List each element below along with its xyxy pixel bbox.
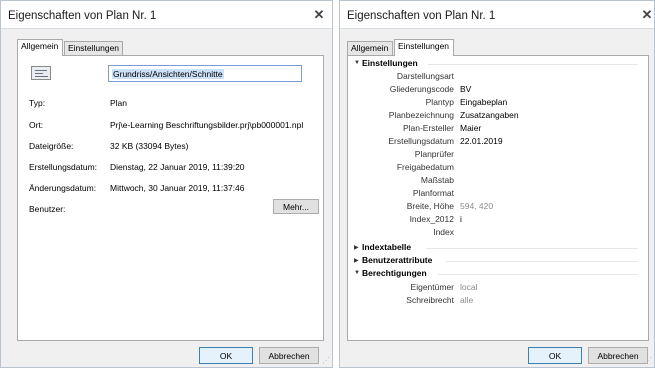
title-bar: Eigenschaften von Plan Nr. 1 ✕ xyxy=(340,1,654,29)
location-value: Prj\e-Learning Beschriftungsbilder.prj\p… xyxy=(110,120,304,130)
prop-label: Index xyxy=(433,227,454,237)
dialog-title: Eigenschaften von Plan Nr. 1 xyxy=(347,10,496,22)
prop-label: Breite, Höhe xyxy=(406,201,454,211)
filesize-label: Dateigröße: xyxy=(29,141,74,151)
prop-row[interactable]: Maßstab xyxy=(348,175,648,187)
prop-value: 22.01.2019 xyxy=(460,136,503,146)
ok-button[interactable]: OK xyxy=(528,347,582,364)
prop-label: Planprüfer xyxy=(414,149,454,159)
cancel-button[interactable]: Abbrechen xyxy=(259,347,319,364)
prop-label: Planbezeichnung xyxy=(388,110,454,120)
prop-row[interactable]: Plantyp Eingabeplan xyxy=(348,97,648,109)
tab-panel-allgemein: Grundriss/Ansichten/Schnitte Typ: Plan O… xyxy=(17,55,324,341)
title-bar: Eigenschaften von Plan Nr. 1 ✕ xyxy=(1,1,332,29)
prop-value: local xyxy=(460,282,478,292)
resize-grip-icon[interactable]: ⋰ xyxy=(644,356,652,365)
prop-label: Eigentümer xyxy=(410,282,454,292)
plan-name-input[interactable]: Grundriss/Ansichten/Schnitte xyxy=(108,65,302,82)
section-indextabelle[interactable]: ▶ Indextabelle xyxy=(348,242,648,254)
tab-allgemein[interactable]: Allgemein xyxy=(347,41,393,55)
cancel-button[interactable]: Abbrechen xyxy=(588,347,648,364)
prop-label: Gliederungscode xyxy=(389,84,454,94)
prop-value: alle xyxy=(460,295,474,305)
ok-button[interactable]: OK xyxy=(199,347,253,364)
close-icon[interactable]: ✕ xyxy=(312,8,326,22)
prop-row[interactable]: Breite, Höhe 594, 420 xyxy=(348,201,648,213)
section-benutzerattribute[interactable]: ▶ Benutzerattribute xyxy=(348,255,648,267)
prop-row[interactable]: Schreibrecht alle xyxy=(348,295,648,307)
prop-label: Planformat xyxy=(412,188,454,198)
section-einstellungen[interactable]: ▼ Einstellungen xyxy=(348,58,648,70)
properties-dialog-settings: Eigenschaften von Plan Nr. 1 ✕ Allgemein… xyxy=(339,0,655,368)
section-title: Indextabelle xyxy=(362,242,412,252)
expanded-arrow-icon[interactable]: ▼ xyxy=(354,270,360,276)
collapsed-arrow-icon[interactable]: ▶ xyxy=(354,244,359,251)
prop-row[interactable]: Freigabedatum xyxy=(348,162,648,174)
prop-label: Plantyp xyxy=(425,97,454,107)
prop-value: Eingabeplan xyxy=(460,97,508,107)
prop-row[interactable]: Erstellungsdatum 22.01.2019 xyxy=(348,136,648,148)
section-title: Einstellungen xyxy=(362,58,418,68)
section-title: Berechtigungen xyxy=(362,268,427,278)
section-divider xyxy=(428,64,638,65)
prop-value: BV xyxy=(460,84,472,94)
section-divider xyxy=(438,274,638,275)
prop-row[interactable]: Planformat xyxy=(348,188,648,200)
prop-value: 594, 420 xyxy=(460,201,494,211)
prop-row[interactable]: Planprüfer xyxy=(348,149,648,161)
section-berechtigungen[interactable]: ▼ Berechtigungen xyxy=(348,268,648,280)
created-value: Dienstag, 22 Januar 2019, 11:39:20 xyxy=(110,162,245,172)
modified-value: Mittwoch, 30 Januar 2019, 11:37:46 xyxy=(110,183,245,193)
plan-name-value: Grundriss/Ansichten/Schnitte xyxy=(112,69,224,79)
modified-label: Änderungsdatum: xyxy=(29,183,97,193)
prop-label: Erstellungsdatum xyxy=(388,136,454,146)
type-value: Plan xyxy=(110,98,128,108)
prop-row[interactable]: Eigentümer local xyxy=(348,282,648,294)
prop-label: Maßstab xyxy=(420,175,454,185)
plan-icon xyxy=(31,66,51,80)
type-label: Typ: xyxy=(29,98,46,108)
prop-value: Zusatzangaben xyxy=(460,110,519,120)
more-button[interactable]: Mehr... xyxy=(273,199,319,214)
prop-label: Darstellungsart xyxy=(396,71,454,81)
created-label: Erstellungsdatum: xyxy=(29,162,98,172)
tab-einstellungen[interactable]: Einstellungen xyxy=(64,41,123,55)
location-label: Ort: xyxy=(29,120,44,130)
prop-row[interactable]: Planbezeichnung Zusatzangaben xyxy=(348,110,648,122)
prop-label: Schreibrecht xyxy=(406,295,454,305)
collapsed-arrow-icon[interactable]: ▶ xyxy=(354,257,359,264)
tab-panel-einstellungen: ▼ Einstellungen Darstellungsart Gliederu… xyxy=(347,55,649,341)
prop-row[interactable]: Darstellungsart xyxy=(348,71,648,83)
prop-value: i xyxy=(460,214,462,224)
section-divider xyxy=(446,261,638,262)
section-divider xyxy=(426,248,638,249)
prop-value: Maier xyxy=(460,123,482,133)
prop-label: Freigabedatum xyxy=(396,162,454,172)
tab-einstellungen[interactable]: Einstellungen xyxy=(394,39,454,56)
resize-grip-icon[interactable]: ⋰ xyxy=(322,356,330,365)
prop-row[interactable]: Plan-Ersteller Maier xyxy=(348,123,648,135)
properties-dialog-general: Eigenschaften von Plan Nr. 1 ✕ Allgemein… xyxy=(0,0,333,368)
prop-row[interactable]: Index_2012 i xyxy=(348,214,648,226)
tab-allgemein[interactable]: Allgemein xyxy=(17,39,63,56)
prop-label: Index_2012 xyxy=(409,214,454,224)
expanded-arrow-icon[interactable]: ▼ xyxy=(354,60,360,66)
dialog-title: Eigenschaften von Plan Nr. 1 xyxy=(8,10,157,22)
section-title: Benutzerattribute xyxy=(362,255,433,265)
filesize-value: 32 KB (33094 Bytes) xyxy=(110,141,189,151)
close-icon[interactable]: ✕ xyxy=(640,8,654,22)
prop-row[interactable]: Index xyxy=(348,227,648,239)
prop-label: Plan-Ersteller xyxy=(402,123,454,133)
prop-row[interactable]: Gliederungscode BV xyxy=(348,84,648,96)
user-label: Benutzer: xyxy=(29,204,66,214)
